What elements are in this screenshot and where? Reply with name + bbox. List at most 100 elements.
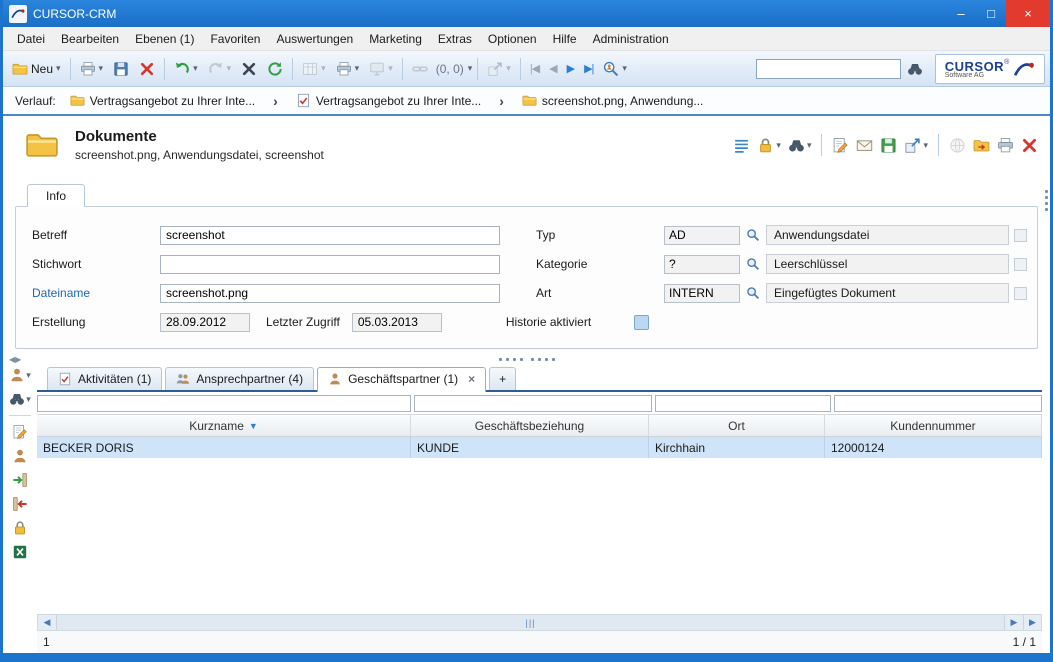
horizontal-scrollbar[interactable]: ◀ ||| ▶ ▶ (37, 614, 1042, 631)
nav-prev-button[interactable]: ◀ (545, 56, 560, 82)
typ-code-field[interactable] (664, 226, 740, 245)
delete-record-button[interactable] (1021, 137, 1038, 154)
menu-bearbeiten[interactable]: Bearbeiten (53, 28, 127, 50)
new-contact-button[interactable]: ▾ (9, 367, 31, 383)
print-record-button[interactable] (997, 137, 1014, 154)
splitter-collapse-button[interactable]: ◀▶ (9, 355, 21, 364)
titlebar: CURSOR-CRM – □ × (3, 0, 1050, 27)
list-button[interactable] (733, 137, 750, 154)
column-header-geschaeftsbeziehung[interactable]: Geschäftsbeziehung (411, 415, 649, 436)
breadcrumb-item[interactable]: screenshot.png, Anwendung... (518, 91, 707, 110)
filter-ort-input[interactable] (655, 395, 831, 412)
red-x-icon (139, 61, 155, 77)
typ-options-button[interactable] (1014, 229, 1027, 242)
search-record-button[interactable]: ▾ (788, 137, 812, 154)
discard-button[interactable] (237, 56, 261, 82)
mail-button[interactable] (856, 137, 873, 154)
table-view-button[interactable]: ▾ (298, 56, 330, 82)
web-button[interactable] (949, 137, 966, 154)
typ-lookup-button[interactable] (740, 228, 766, 242)
kategorie-lookup-button[interactable] (740, 257, 766, 271)
scroll-left-button[interactable]: ◀ (38, 615, 56, 630)
scrollbar-thumb[interactable]: ||| (56, 615, 1005, 630)
open-document-button[interactable] (973, 137, 990, 154)
filter-kundennummer-input[interactable] (834, 395, 1042, 412)
add-tab-button[interactable]: + (489, 367, 516, 390)
tab-geschaeftspartner[interactable]: Geschäftspartner (1) × (317, 367, 486, 392)
art-options-button[interactable] (1014, 287, 1027, 300)
nav-next-button[interactable]: ▶ (563, 56, 578, 82)
kategorie-code-field[interactable] (664, 255, 740, 274)
remove-assignment-button[interactable] (12, 496, 28, 512)
breadcrumb-item[interactable]: Vertragsangebot zu Ihrer Inte... (292, 91, 485, 110)
new-button[interactable]: Neu ▾ (8, 56, 65, 82)
sort-descending-icon: ▼ (249, 421, 258, 431)
assign-button[interactable] (12, 472, 28, 488)
minimize-button[interactable]: – (946, 0, 976, 27)
menu-extras[interactable]: Extras (430, 28, 480, 50)
letzter-zugriff-date-field[interactable] (352, 313, 442, 332)
filter-kurzname-input[interactable] (37, 395, 411, 412)
refresh-button[interactable] (263, 56, 287, 82)
erstellung-date-field[interactable] (160, 313, 250, 332)
nav-first-button[interactable]: |◀ (526, 56, 543, 82)
excel-export-button[interactable] (12, 544, 28, 560)
historie-checkbox[interactable] (634, 315, 649, 330)
person-search-button[interactable]: ▾ (599, 56, 631, 82)
right-splitter-handle[interactable] (1045, 190, 1048, 211)
menu-marketing[interactable]: Marketing (361, 28, 430, 50)
menu-auswertungen[interactable]: Auswertungen (268, 28, 361, 50)
betreff-input[interactable] (160, 226, 500, 245)
menu-datei[interactable]: Datei (9, 28, 53, 50)
menu-optionen[interactable]: Optionen (480, 28, 545, 50)
menu-hilfe[interactable]: Hilfe (545, 28, 585, 50)
tab-ansprechpartner[interactable]: Ansprechpartner (4) (165, 367, 314, 390)
tab-info[interactable]: Info (27, 184, 85, 207)
breadcrumb-item[interactable]: Vertragsangebot zu Ihrer Inte... (66, 91, 259, 110)
print-list-button[interactable]: ▾ (332, 56, 364, 82)
filter-geschaeftsbeziehung-input[interactable] (414, 395, 652, 412)
search-related-button[interactable]: ▾ (9, 391, 31, 407)
save-record-button[interactable] (880, 137, 897, 154)
column-header-kundennummer[interactable]: Kundennummer (825, 415, 1042, 436)
menu-favoriten[interactable]: Favoriten (202, 28, 268, 50)
dateiname-link-label[interactable]: Dateiname (32, 286, 160, 300)
art-lookup-button[interactable] (740, 286, 766, 300)
quick-search-input[interactable] (756, 59, 901, 79)
redo-button[interactable]: ▾ (204, 56, 236, 82)
maximize-button[interactable]: □ (976, 0, 1006, 27)
nav-last-button[interactable]: ▶| (580, 56, 597, 82)
edit-button[interactable] (832, 137, 849, 154)
column-header-ort[interactable]: Ort (649, 415, 825, 436)
undo-button[interactable]: ▾ (170, 56, 202, 82)
art-code-field[interactable] (664, 284, 740, 303)
close-tab-icon[interactable]: × (464, 372, 475, 386)
page-title: Dokumente (75, 128, 324, 145)
menu-administration[interactable]: Administration (585, 28, 677, 50)
scroll-right-button[interactable]: ▶ (1005, 615, 1023, 630)
dateiname-input[interactable] (160, 284, 500, 303)
table-row[interactable]: BECKER DORIS KUNDE Kirchhain 12000124 (37, 437, 1042, 458)
redo-icon (208, 61, 224, 77)
edit-note-button[interactable] (12, 424, 28, 440)
pane-split-button[interactable]: ▶ (1023, 615, 1041, 630)
contact-button[interactable] (12, 448, 28, 464)
close-button[interactable]: × (1006, 0, 1050, 27)
stichwort-input[interactable] (160, 255, 500, 274)
link-button[interactable] (408, 56, 432, 82)
delete-button[interactable] (135, 56, 159, 82)
export-record-button[interactable]: ▾ (904, 137, 928, 154)
menu-ebenen[interactable]: Ebenen (1) (127, 28, 202, 50)
preview-button[interactable]: ▾ (365, 56, 397, 82)
export-button[interactable]: ▾ (483, 56, 515, 82)
print-button[interactable]: ▾ (76, 56, 108, 82)
find-button[interactable] (903, 56, 927, 82)
horizontal-splitter[interactable]: ◀▶ (3, 353, 1050, 365)
chevron-down-icon[interactable]: ▾ (468, 64, 473, 73)
column-header-kurzname[interactable]: Kurzname ▼ (37, 415, 411, 436)
lock-related-button[interactable] (12, 520, 28, 536)
tab-aktivitaeten[interactable]: Aktivitäten (1) (47, 367, 162, 390)
kategorie-options-button[interactable] (1014, 258, 1027, 271)
save-button[interactable] (109, 56, 133, 82)
lock-button[interactable]: ▾ (757, 137, 781, 154)
